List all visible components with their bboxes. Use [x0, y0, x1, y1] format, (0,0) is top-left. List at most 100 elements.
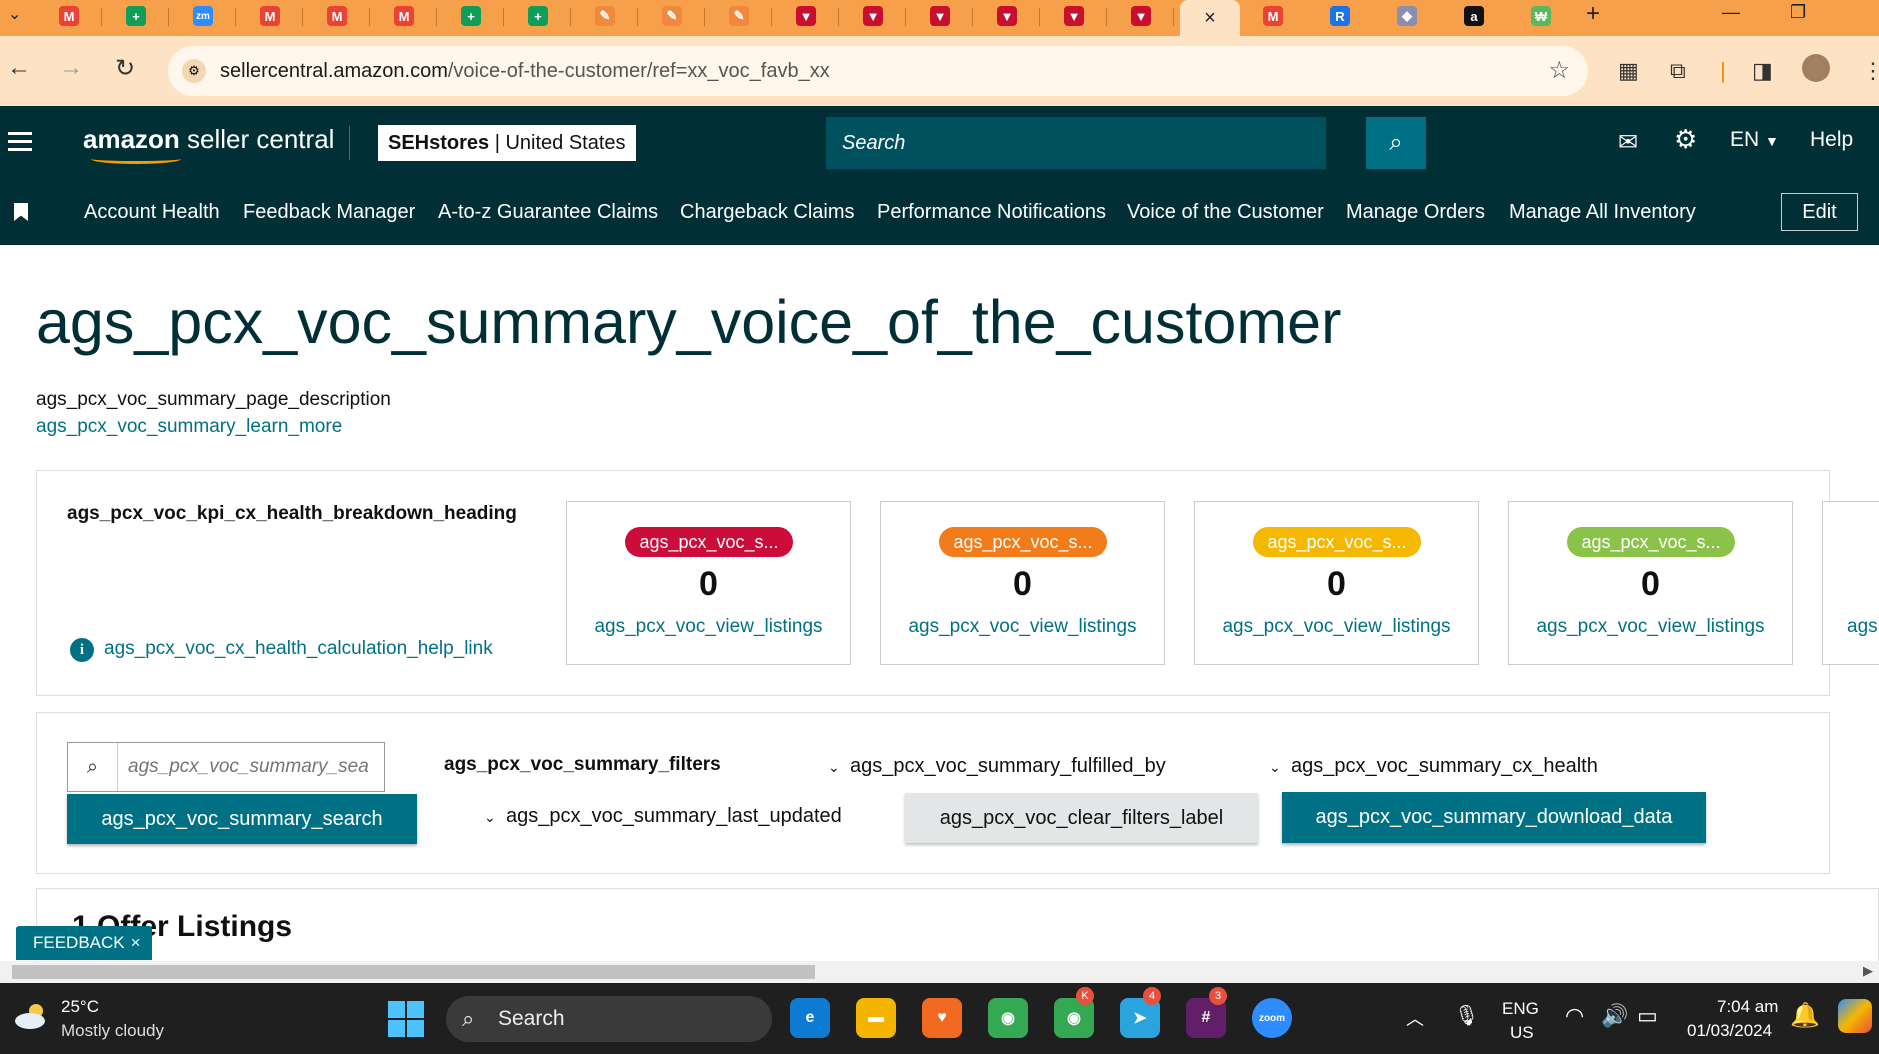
microphone-icon[interactable]: 🎙 [1454, 1003, 1479, 1028]
summary-search-field[interactable]: ⌕ [67, 742, 385, 792]
header-search-button[interactable]: ⌕ [1366, 117, 1426, 169]
clock-date[interactable]: 01/03/2024 [1687, 1021, 1772, 1041]
cx-health-help-link[interactable]: ags_pcx_voc_cx_health_calculation_help_l… [104, 638, 493, 660]
kpi-view-listings-link[interactable]: ags [1823, 616, 1879, 638]
language-indicator-top[interactable]: ENG [1502, 999, 1539, 1019]
nav-manage-orders[interactable]: Manage Orders [1346, 201, 1485, 224]
browser-tab[interactable]: M [1240, 0, 1306, 32]
browser-tab[interactable]: ▼ [773, 0, 839, 32]
seller-central-logo[interactable]: amazon seller central [83, 124, 334, 164]
nav-chargeback-claims[interactable]: Chargeback Claims [680, 201, 855, 224]
wifi-icon[interactable]: ◠ [1565, 1003, 1584, 1029]
bookmark-star-icon[interactable]: ☆ [1548, 56, 1570, 85]
language-indicator-bottom[interactable]: US [1510, 1023, 1534, 1043]
restore-icon[interactable]: ❐ [1790, 2, 1806, 23]
nav-performance-notifications[interactable]: Performance Notifications [877, 201, 1106, 224]
browser-tab[interactable]: ▼ [1108, 0, 1174, 32]
close-tab-icon[interactable]: × [1204, 7, 1216, 30]
fulfilled-by-dropdown[interactable]: ⌄ ags_pcx_voc_summary_fulfilled_by [828, 755, 1166, 778]
forward-icon[interactable]: → [56, 54, 86, 82]
url-text[interactable]: sellercentral.amazon.com/voice-of-the-cu… [220, 60, 830, 83]
browser-tab[interactable]: M [304, 0, 370, 32]
browser-tab[interactable]: ✎ [639, 0, 705, 32]
show-hidden-icons-icon[interactable]: ︿ [1406, 1005, 1424, 1031]
browser-tab[interactable]: M [371, 0, 437, 32]
kpi-view-listings-link[interactable]: ags_pcx_voc_view_listings [1195, 616, 1478, 638]
nav-account-health[interactable]: Account Health [84, 201, 220, 224]
browser-tab[interactable]: R [1307, 0, 1373, 32]
header-search-input[interactable]: Search [826, 117, 1326, 169]
browser-tab[interactable]: ₩ [1508, 0, 1574, 32]
kpi-view-listings-link[interactable]: ags_pcx_voc_view_listings [567, 616, 850, 638]
weather-description[interactable]: Mostly cloudy [61, 1021, 164, 1041]
site-info-icon[interactable]: ⚙ [182, 59, 206, 83]
help-link[interactable]: Help [1810, 128, 1853, 152]
browser-tab[interactable]: + [103, 0, 169, 32]
nav-manage-all-inventory[interactable]: Manage All Inventory [1509, 201, 1696, 224]
kpi-view-listings-link[interactable]: ags_pcx_voc_view_listings [1509, 616, 1792, 638]
menu-kebab-icon[interactable]: ⋮ [1862, 58, 1879, 84]
edge-icon[interactable]: e [790, 998, 830, 1038]
browser-tab[interactable]: ✎ [706, 0, 772, 32]
browser-tab[interactable]: ▼ [974, 0, 1040, 32]
active-tab[interactable]: × [1180, 0, 1240, 36]
windows-start-icon[interactable] [388, 1001, 424, 1037]
edit-nav-button[interactable]: Edit [1781, 193, 1858, 231]
clear-filters-button[interactable]: ags_pcx_voc_clear_filters_label [905, 793, 1258, 843]
brave-icon[interactable]: ♥ [922, 998, 962, 1038]
cx-health-dropdown[interactable]: ⌄ ags_pcx_voc_summary_cx_health [1269, 755, 1598, 778]
address-bar[interactable]: ⚙ sellercentral.amazon.com/voice-of-the-… [168, 46, 1588, 96]
copilot-icon[interactable] [1838, 999, 1872, 1033]
taskbar-search[interactable]: ⌕ Search [446, 996, 772, 1042]
profile-avatar[interactable] [1802, 54, 1830, 82]
store-selector[interactable]: SEHstores | United States [378, 125, 636, 161]
mail-icon[interactable]: ✉ [1618, 128, 1638, 157]
chrome-icon[interactable]: ◉ [988, 998, 1028, 1038]
browser-tab[interactable]: ✎ [572, 0, 638, 32]
minimize-icon[interactable]: — [1722, 2, 1740, 23]
browser-tab[interactable]: M [237, 0, 303, 32]
bookmark-icon[interactable] [14, 203, 28, 221]
side-panel-icon[interactable]: ◨ [1752, 58, 1773, 84]
file-explorer-icon[interactable]: ▬ [856, 998, 896, 1038]
clock-time[interactable]: 7:04 am [1717, 997, 1778, 1017]
nav-a-to-z-claims[interactable]: A-to-z Guarantee Claims [438, 201, 658, 224]
download-data-button[interactable]: ags_pcx_voc_summary_download_data [1282, 792, 1706, 843]
close-icon[interactable]: × [131, 933, 141, 952]
scroll-right-arrow-icon[interactable]: ▶ [1863, 963, 1873, 979]
browser-tab[interactable]: a [1441, 0, 1507, 32]
last-updated-dropdown[interactable]: ⌄ ags_pcx_voc_summary_last_updated [484, 805, 842, 828]
battery-icon[interactable]: ▭ [1637, 1003, 1658, 1029]
kpi-view-listings-link[interactable]: ags_pcx_voc_view_listings [881, 616, 1164, 638]
browser-tab[interactable]: + [505, 0, 571, 32]
browser-tab[interactable]: ▼ [1041, 0, 1107, 32]
browser-tab[interactable]: M [36, 0, 102, 32]
language-selector[interactable]: EN ▼ [1730, 128, 1779, 152]
zoom-icon[interactable]: zoom [1252, 998, 1292, 1038]
browser-tab[interactable]: ▼ [907, 0, 973, 32]
back-icon[interactable]: ← [4, 54, 34, 82]
notification-badge: 3 [1209, 987, 1227, 1005]
extensions-icon[interactable]: ⧉ [1670, 58, 1686, 84]
volume-icon[interactable]: 🔊 [1601, 1003, 1628, 1029]
qr-code-icon[interactable]: ▦ [1618, 58, 1639, 84]
summary-search-input[interactable] [128, 753, 378, 781]
feedback-button[interactable]: FEEDBACK × [16, 926, 152, 960]
gear-icon[interactable]: ⚙ [1674, 124, 1697, 155]
learn-more-link[interactable]: ags_pcx_voc_summary_learn_more [36, 416, 342, 438]
horizontal-scrollbar[interactable]: ▶ [0, 961, 1879, 983]
tab-search-chevron-icon[interactable]: ⌄ [8, 4, 21, 24]
scrollbar-thumb[interactable] [12, 965, 815, 979]
browser-tab[interactable]: ◆ [1374, 0, 1440, 32]
new-tab-icon[interactable]: + [1586, 0, 1600, 28]
hamburger-menu-icon[interactable] [8, 132, 32, 156]
browser-tab[interactable]: ▼ [840, 0, 906, 32]
summary-search-button[interactable]: ags_pcx_voc_summary_search [67, 794, 417, 844]
weather-temperature[interactable]: 25°C [61, 997, 99, 1017]
nav-voice-of-the-customer[interactable]: Voice of the Customer [1127, 201, 1324, 224]
browser-tab[interactable]: zm [170, 0, 236, 32]
reload-icon[interactable]: ↻ [110, 54, 140, 83]
notification-bell-icon[interactable]: 🔔 [1790, 1001, 1820, 1030]
nav-feedback-manager[interactable]: Feedback Manager [243, 201, 415, 224]
browser-tab[interactable]: + [438, 0, 504, 32]
